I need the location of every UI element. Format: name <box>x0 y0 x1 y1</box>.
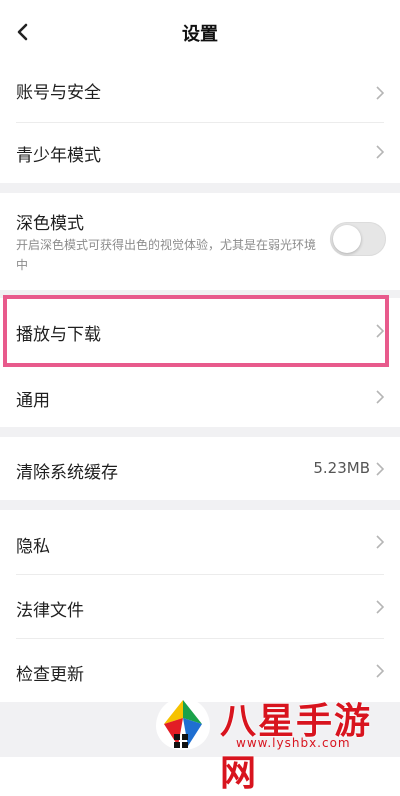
settings-page: 设置 账号与安全 青少年模式 深色模式 开启深色模式可获得出色的视觉体验，尤其是… <box>0 0 400 794</box>
section-gap <box>0 427 400 437</box>
privacy-row[interactable]: 隐私 <box>0 510 400 574</box>
toggle-knob <box>333 225 361 253</box>
legal-row[interactable]: 法律文件 <box>0 575 400 638</box>
section-gap <box>0 183 400 193</box>
top-bar: 设置 <box>0 0 400 64</box>
chevron-right-icon <box>376 390 384 404</box>
check-update-label: 检查更新 <box>16 665 84 685</box>
watermark-logo-icon <box>156 698 210 750</box>
watermark-url: www.lyshbx.com <box>236 736 351 750</box>
teen-mode-row[interactable]: 青少年模式 <box>0 123 400 180</box>
privacy-label: 隐私 <box>16 537 50 557</box>
chevron-right-icon <box>376 600 384 614</box>
section-gap <box>0 290 400 298</box>
chevron-right-icon <box>376 664 384 678</box>
dark-mode-label: 深色模式 <box>16 214 84 234</box>
legal-label: 法律文件 <box>16 601 84 621</box>
chevron-right-icon <box>376 462 384 476</box>
chevron-right-icon <box>376 86 384 100</box>
page-title: 设置 <box>182 24 218 45</box>
chevron-right-icon <box>376 324 384 338</box>
dark-mode-toggle[interactable] <box>330 222 386 256</box>
cache-size-value: 5.23MB <box>313 459 370 477</box>
clear-cache-label: 清除系统缓存 <box>16 463 118 483</box>
section-gap <box>0 500 400 510</box>
dark-mode-description: 开启深色模式可获得出色的视觉体验，尤其是在弱光环境中 <box>16 238 317 272</box>
general-label: 通用 <box>16 391 50 411</box>
playback-download-row[interactable]: 播放与下载 <box>0 298 400 364</box>
clear-cache-row[interactable]: 清除系统缓存 5.23MB <box>0 437 400 500</box>
teen-mode-label: 青少年模式 <box>16 146 101 166</box>
account-security-label: 账号与安全 <box>16 83 101 103</box>
site-watermark: 八星手游网 www.lyshbx.com <box>150 690 400 794</box>
playback-download-label: 播放与下载 <box>16 325 101 345</box>
account-security-row[interactable]: 账号与安全 <box>0 64 400 122</box>
chevron-right-icon <box>376 535 384 549</box>
chevron-right-icon <box>376 145 384 159</box>
general-row[interactable]: 通用 <box>0 368 400 426</box>
